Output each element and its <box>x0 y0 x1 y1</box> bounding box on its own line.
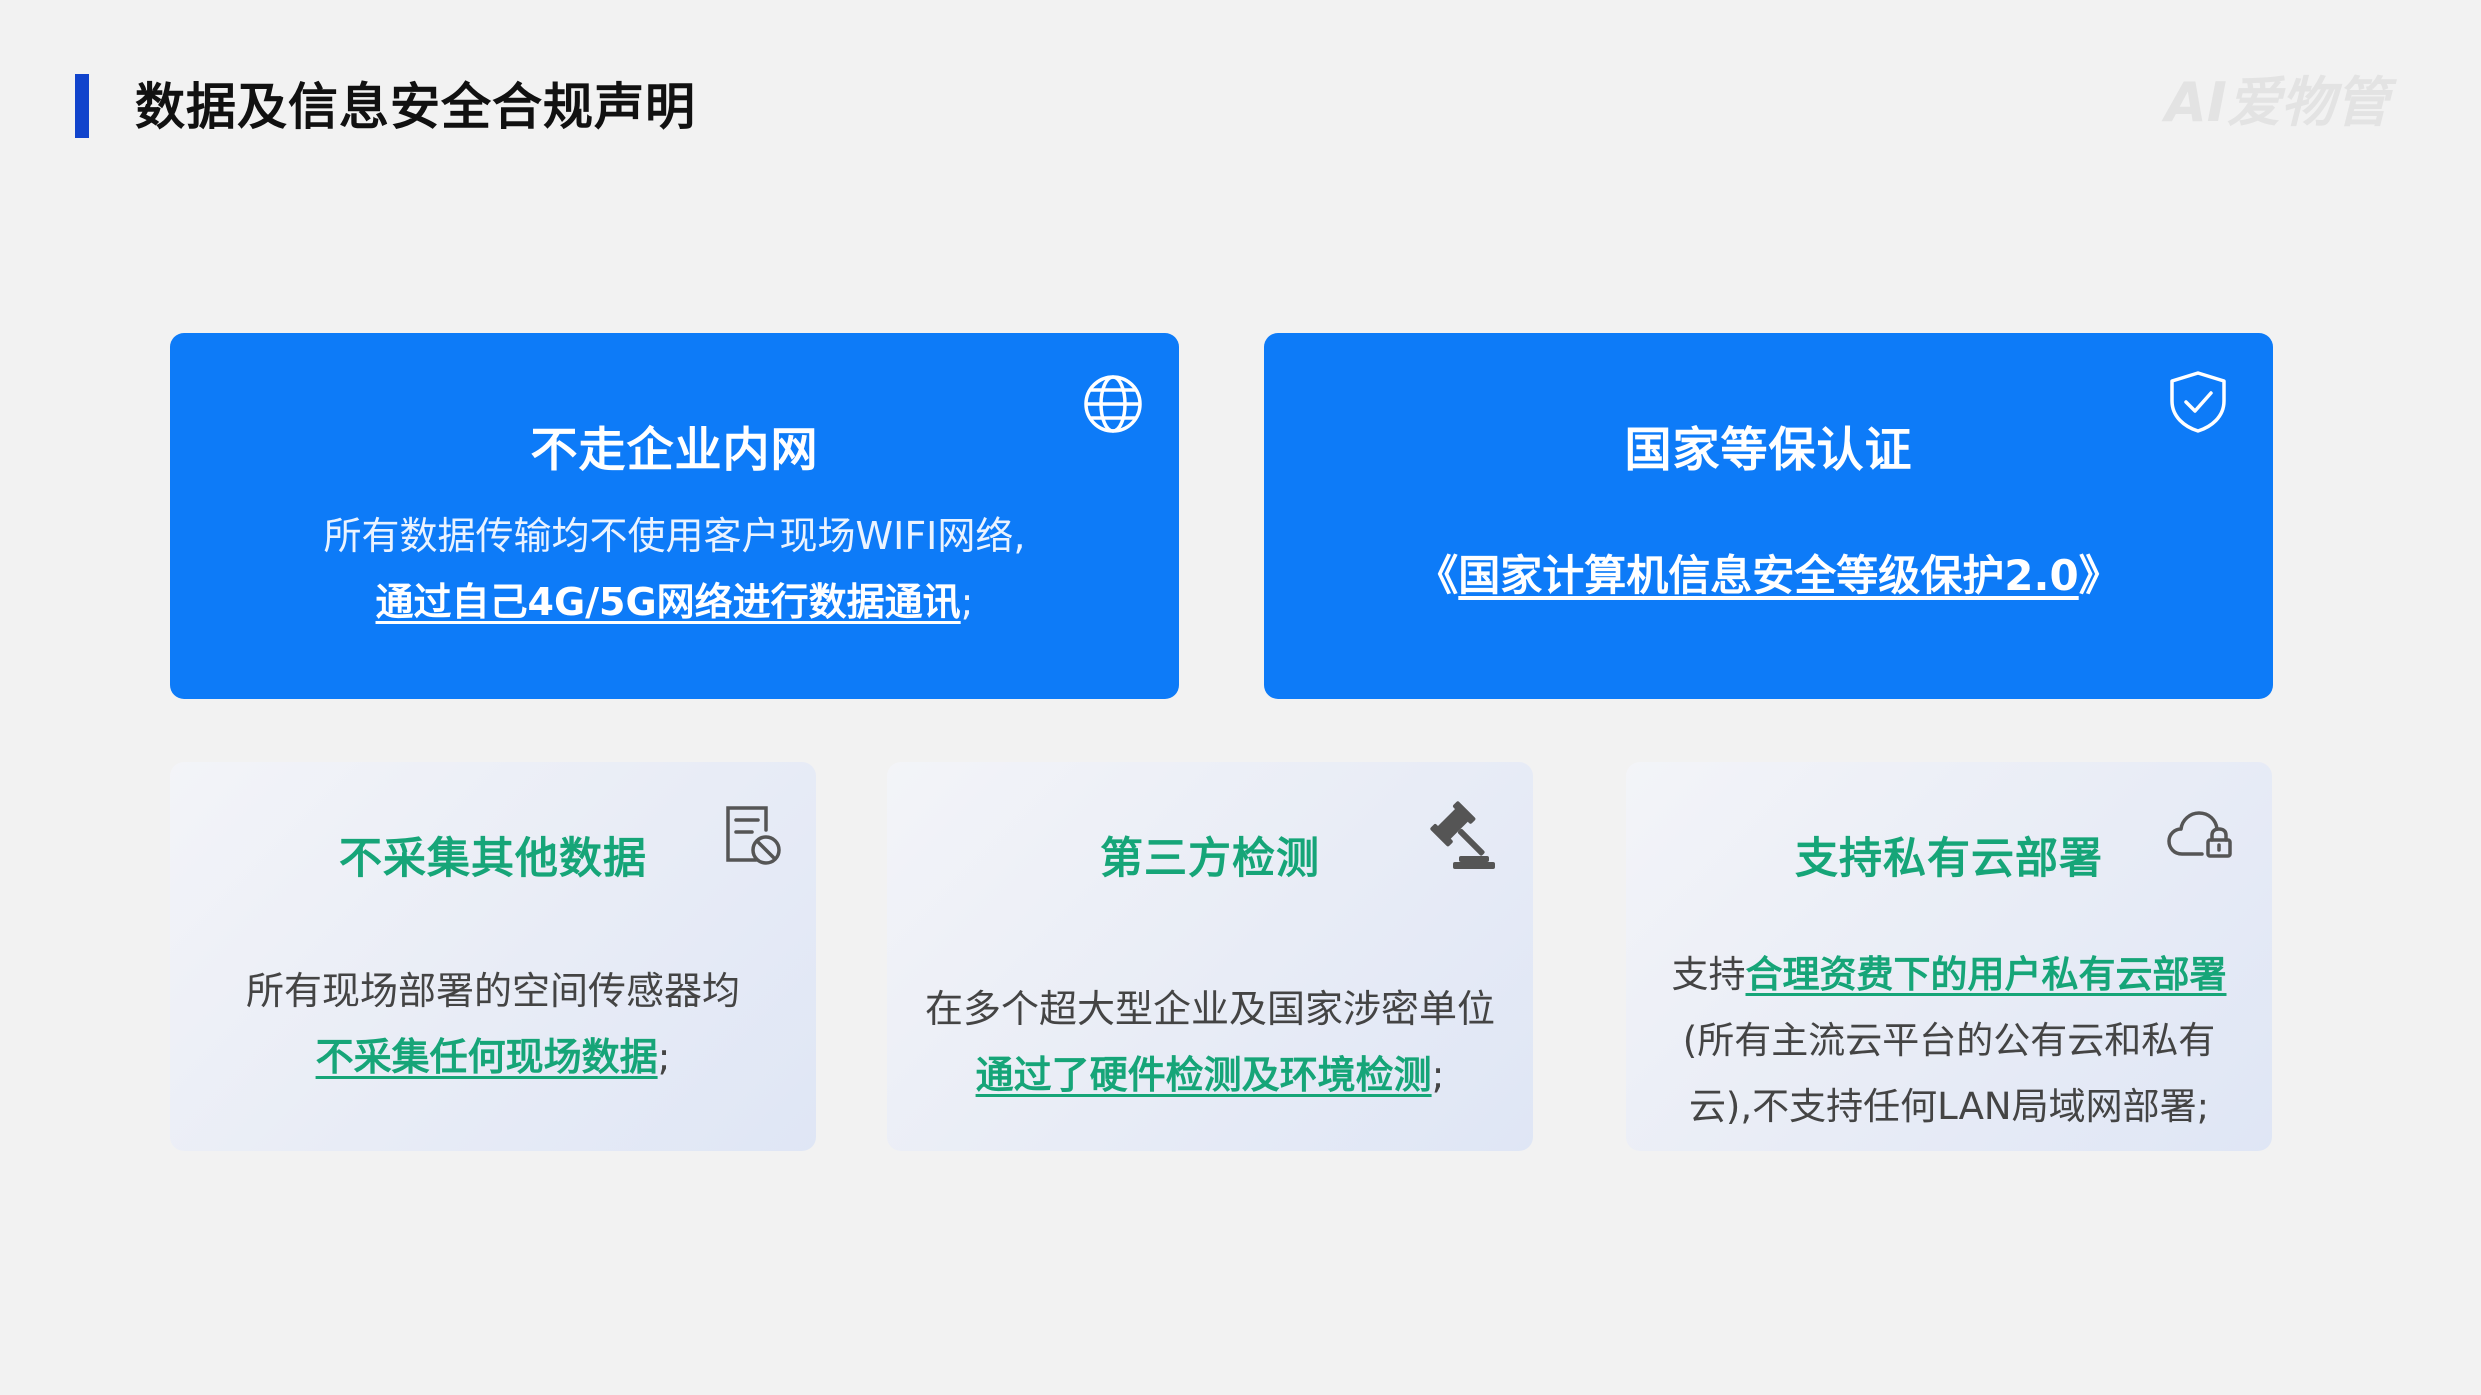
punctuation: ; <box>657 1035 671 1079</box>
card-title: 不走企业内网 <box>530 423 819 478</box>
bracket-close: 》 <box>2078 551 2121 600</box>
card-certification: 国家等保认证 《国家计算机信息安全等级保护2.0》 <box>1264 333 2273 699</box>
card-text-line: 通过了硬件检测及环境检测; <box>887 1042 1533 1108</box>
card-text-line: 通过自己4G/5G网络进行数据通讯; <box>170 569 1179 635</box>
document-block-icon <box>722 802 784 868</box>
card-no-collect: 不采集其他数据 所有现场部署的空间传感器均 不采集任何现场数据; <box>170 762 816 1151</box>
highlight-text: 不采集任何现场数据 <box>315 1035 658 1079</box>
card-title: 不采集其他数据 <box>339 834 647 884</box>
highlight-text: 合理资费下的用户私有云部署 <box>1745 953 2227 996</box>
highlight-text: 通过自己4G/5G网络进行数据通讯 <box>375 580 961 624</box>
prefix-text: 支持 <box>1671 953 1746 996</box>
card-title: 国家等保认证 <box>1624 423 1913 478</box>
highlight-text: 国家计算机信息安全等级保护2.0 <box>1458 551 2079 600</box>
card-text-line: 所有数据传输均不使用客户现场WIFI网络, <box>323 514 1026 558</box>
card-text-line: 在多个超大型企业及国家涉密单位 <box>924 987 1495 1031</box>
card-third-party: 第三方检测 在多个超大型企业及国家涉密单位 通过了硬件检测及环境检测; <box>887 762 1533 1151</box>
card-text-line: (所有主流云平台的公有云和私有 <box>1682 1019 2216 1062</box>
card-private-cloud: 支持私有云部署 支持合理资费下的用户私有云部署 (所有主流云平台的公有云和私有 … <box>1626 762 2272 1151</box>
cloud-lock-icon <box>2166 808 2236 860</box>
title-accent-bar <box>75 74 89 138</box>
card-text-line: 所有现场部署的空间传感器均 <box>245 969 740 1013</box>
punctuation: ; <box>1431 1053 1445 1097</box>
card-no-intranet: 不走企业内网 所有数据传输均不使用客户现场WIFI网络, 通过自己4G/5G网络… <box>170 333 1179 699</box>
card-text-line: 支持合理资费下的用户私有云部署 <box>1626 942 2272 1008</box>
punctuation: ; <box>960 580 974 624</box>
card-text-line: 不采集任何现场数据; <box>170 1024 816 1090</box>
page-title: 数据及信息安全合规声明 <box>135 78 696 136</box>
gavel-icon <box>1425 800 1497 872</box>
shield-check-icon <box>2166 369 2230 435</box>
globe-icon <box>1082 373 1144 435</box>
highlight-text: 通过了硬件检测及环境检测 <box>975 1053 1432 1097</box>
card-text-line: 云),不支持任何LAN局域网部署; <box>1688 1085 2210 1128</box>
brand-logo: AI爱物管 <box>2165 71 2389 134</box>
bracket-open: 《 <box>1416 551 1459 600</box>
